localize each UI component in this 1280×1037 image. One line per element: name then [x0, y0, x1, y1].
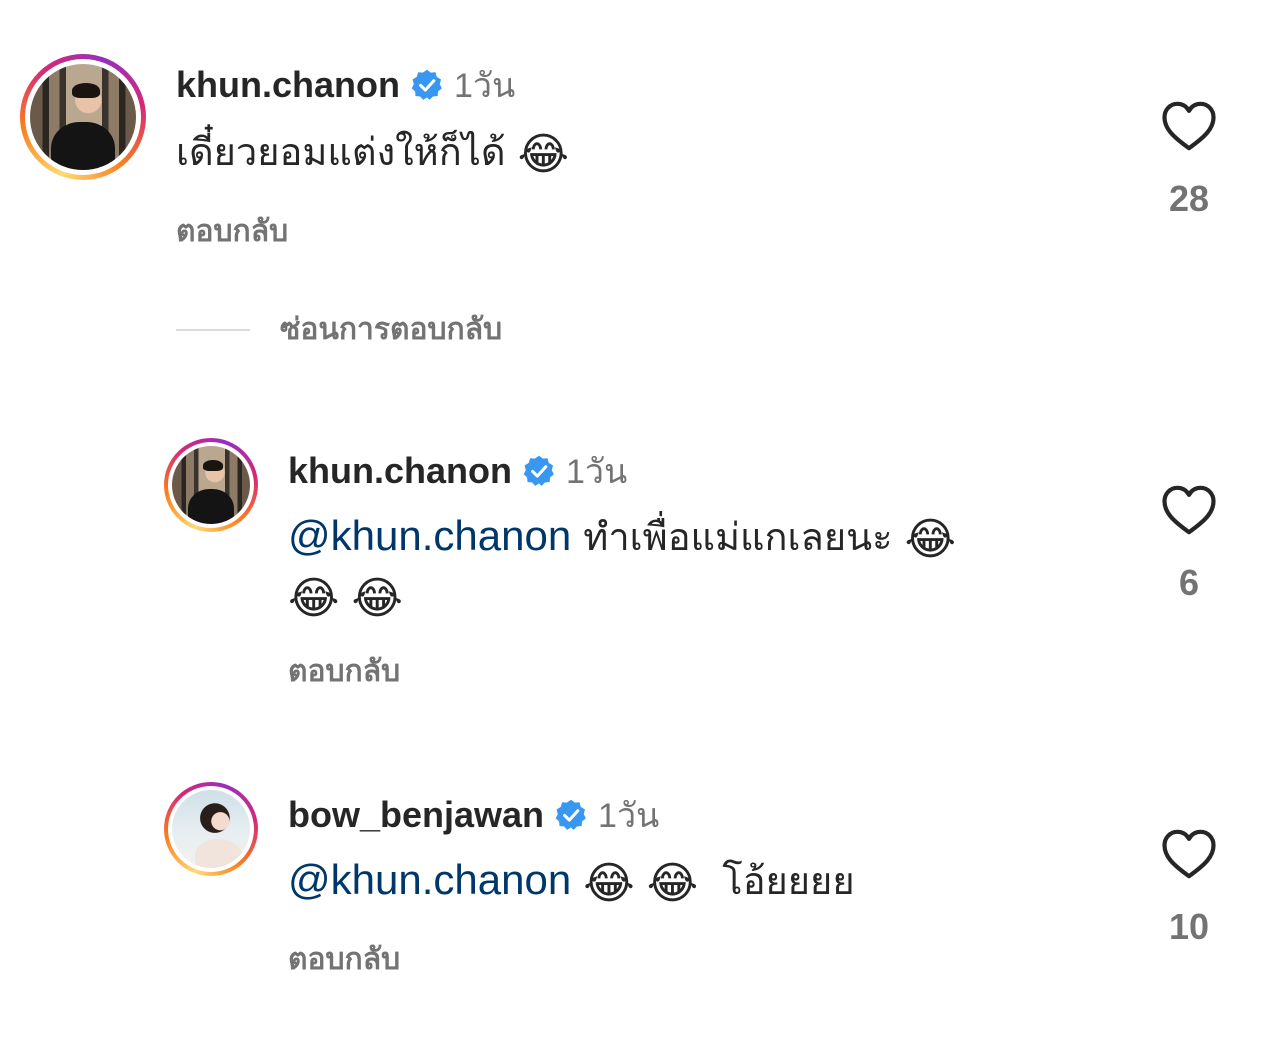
comment-body: เดี๋ยวยอมแต่งให้ก็ได้: [176, 130, 506, 174]
heart-outline-icon[interactable]: [1161, 100, 1217, 152]
laughing-emoji-icon: 😂: [517, 129, 570, 180]
comment-text: @khun.chanon 😂 😂 โอ้ยยยย: [288, 852, 855, 912]
comment-body: โอ้ยยยย: [722, 859, 855, 903]
comment-item: khun.chanon 1วัน เดี๋ยวยอมแต่งให้ก็ได้ 😂…: [0, 0, 1280, 280]
avatar[interactable]: [164, 782, 258, 876]
reply-button[interactable]: ตอบกลับ: [288, 648, 400, 695]
hide-replies-button[interactable]: ซ่อนการตอบกลับ: [176, 306, 502, 353]
comment-item: bow_benjawan 1วัน @khun.chanon 😂 😂 โอ้ยย…: [0, 776, 1280, 1006]
verified-badge-icon: [411, 69, 442, 100]
comment-text: เดี๋ยวยอมแต่งให้ก็ได้ 😂: [176, 124, 569, 183]
reply-button[interactable]: ตอบกลับ: [176, 208, 288, 255]
avatar[interactable]: [20, 54, 146, 180]
laughing-emoji-icon: 😂: [904, 514, 956, 565]
like-area: 28: [1144, 100, 1234, 220]
avatar-photo: [172, 790, 250, 868]
like-area: 6: [1144, 484, 1234, 604]
laughing-emoji-icon: 😂: [288, 573, 340, 624]
comment-time: 1วัน: [566, 453, 628, 491]
laughing-emoji-icon: 😂: [646, 858, 699, 909]
avatar-photo: [30, 64, 136, 170]
like-area: 10: [1144, 828, 1234, 948]
like-count: 6: [1178, 562, 1200, 603]
divider-line: [176, 328, 250, 331]
verified-badge-icon: [555, 799, 586, 830]
comment-time: 1วัน: [454, 67, 516, 105]
comment-item: khun.chanon 1วัน @khun.chanon ทำเพื่อแม่…: [0, 430, 1280, 700]
comment-body: ทำเพื่อแม่แกเลยนะ: [583, 515, 893, 559]
heart-outline-icon[interactable]: [1161, 828, 1217, 880]
comment-username[interactable]: khun.chanon: [176, 64, 400, 106]
laughing-emoji-icon: 😂: [583, 858, 635, 909]
verified-badge-icon: [523, 455, 554, 486]
comment-text: @khun.chanon ทำเพื่อแม่แกเลยนะ 😂 😂 😂: [288, 508, 1088, 627]
heart-outline-icon[interactable]: [1161, 484, 1217, 536]
avatar-photo: [172, 446, 250, 524]
hide-replies-label: ซ่อนการตอบกลับ: [280, 312, 503, 347]
like-count: 28: [1168, 178, 1210, 219]
comment-time: 1วัน: [598, 797, 660, 835]
like-count: 10: [1168, 906, 1210, 947]
comment-username[interactable]: bow_benjawan: [288, 794, 544, 836]
avatar[interactable]: [164, 438, 258, 532]
laughing-emoji-icon: 😂: [351, 573, 403, 624]
mention-link[interactable]: @khun.chanon: [288, 512, 571, 559]
mention-link[interactable]: @khun.chanon: [288, 856, 571, 903]
reply-button[interactable]: ตอบกลับ: [288, 936, 400, 983]
comment-username[interactable]: khun.chanon: [288, 450, 512, 492]
